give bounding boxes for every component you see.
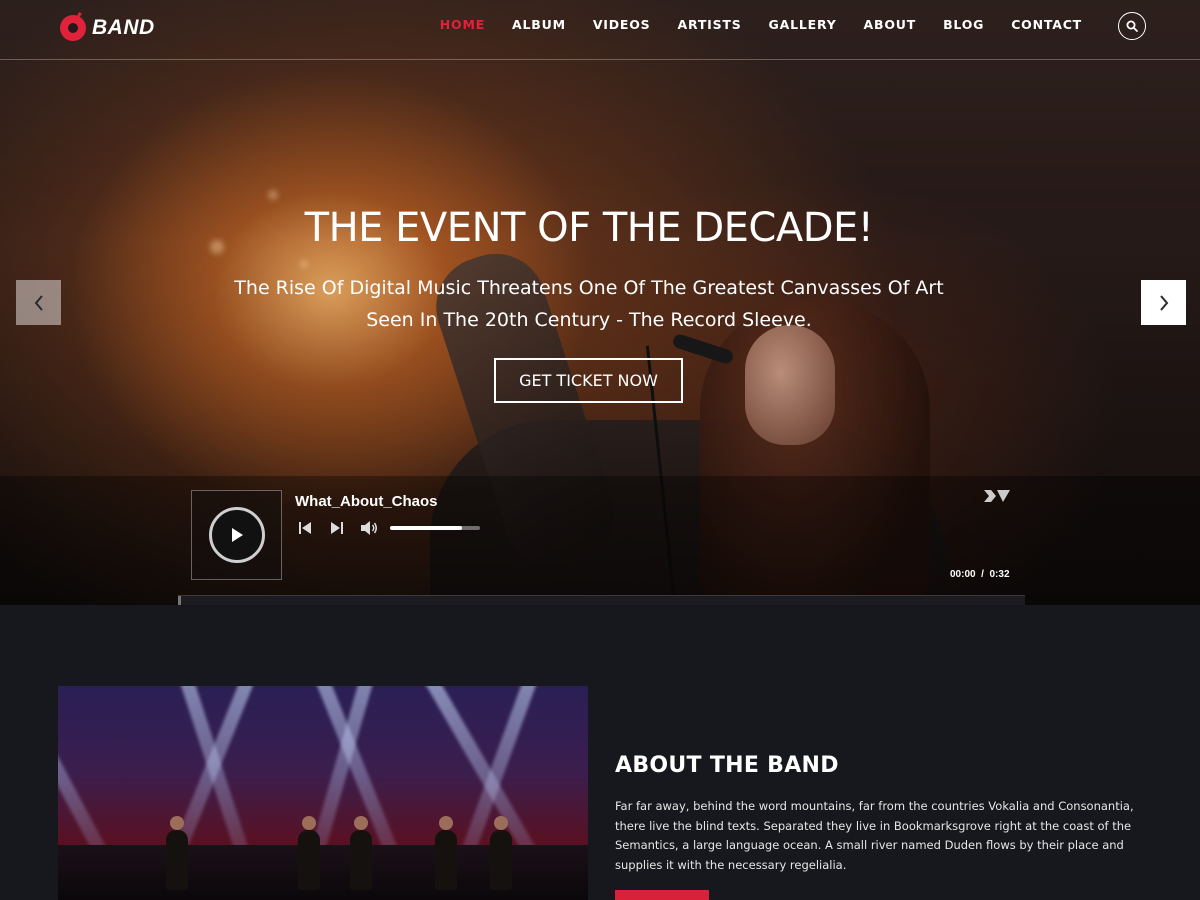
time-separator: / — [981, 569, 984, 580]
volume-slider[interactable] — [390, 526, 480, 530]
next-track-button[interactable] — [328, 519, 346, 537]
search-button[interactable] — [1118, 12, 1146, 40]
nav-item-home[interactable]: HOME — [440, 17, 485, 32]
hero-subtitle: The Rise Of Digital Music Threatens One … — [230, 272, 948, 336]
hero-subtitle-line: Seen In The 20th Century - The Record Sl… — [366, 309, 812, 331]
nav-item-gallery[interactable]: GALLERY — [769, 17, 837, 32]
main-menu: HOME ALBUM VIDEOS ARTISTS GALLERY ABOUT … — [413, 17, 1082, 32]
musician — [490, 816, 512, 890]
skip-back-icon — [299, 522, 311, 534]
player-artwork — [191, 490, 282, 580]
play-button[interactable] — [209, 507, 265, 563]
play-icon — [232, 528, 243, 542]
volume-icon — [361, 521, 377, 535]
duration: 0:32 — [989, 569, 1010, 580]
chevron-right-icon — [1159, 294, 1168, 311]
nav-item-artists[interactable]: ARTISTS — [677, 17, 741, 32]
playback-time: 00:00 / 0:32 — [950, 569, 1010, 580]
slider-next-button[interactable] — [1141, 280, 1186, 325]
nav-item-album[interactable]: ALBUM — [512, 17, 566, 32]
about-read-more-button[interactable] — [615, 890, 709, 900]
nav-item-about[interactable]: ABOUT — [864, 17, 917, 32]
musician — [166, 816, 188, 890]
about-title: ABOUT THE BAND — [615, 753, 839, 778]
nav-item-videos[interactable]: VIDEOS — [593, 17, 651, 32]
brand-logo[interactable]: BAND — [60, 13, 155, 43]
top-navbar: BAND HOME ALBUM VIDEOS ARTISTS GALLERY A… — [0, 0, 1200, 60]
band-concert-photo — [58, 686, 588, 900]
player-brand-icon-shape — [984, 490, 1010, 502]
playback-progress-fill — [178, 596, 182, 605]
musician — [298, 816, 320, 890]
musician — [350, 816, 372, 890]
light-beam — [58, 686, 112, 864]
audio-player — [0, 476, 1200, 605]
chevron-left-icon — [34, 294, 43, 311]
skip-forward-icon — [331, 522, 343, 534]
search-icon — [1126, 20, 1138, 32]
record-logo-icon — [60, 15, 86, 41]
brand-name: BAND — [92, 16, 155, 39]
playback-progress-bar[interactable] — [178, 595, 1025, 605]
nav-item-blog[interactable]: BLOG — [943, 17, 984, 32]
volume-level — [390, 526, 462, 530]
current-time: 00:00 — [950, 569, 976, 580]
stage-light-spot — [300, 260, 308, 268]
slider-prev-button[interactable] — [16, 280, 61, 325]
stage-light-spot — [268, 190, 278, 200]
hero-title: THE EVENT OF THE DECADE! — [304, 205, 874, 251]
nav-item-contact[interactable]: CONTACT — [1011, 17, 1082, 32]
about-text: Far far away, behind the word mountains,… — [615, 799, 1134, 872]
hero-subtitle-line: The Rise Of Digital Music Threatens One … — [234, 277, 944, 299]
get-ticket-button[interactable]: GET TICKET NOW — [494, 358, 683, 403]
singer-face — [745, 325, 835, 445]
track-title: What_About_Chaos — [295, 493, 438, 510]
previous-track-button[interactable] — [296, 519, 314, 537]
volume-button[interactable] — [360, 519, 378, 537]
musician — [435, 816, 457, 890]
player-brand-icon — [983, 489, 1011, 508]
